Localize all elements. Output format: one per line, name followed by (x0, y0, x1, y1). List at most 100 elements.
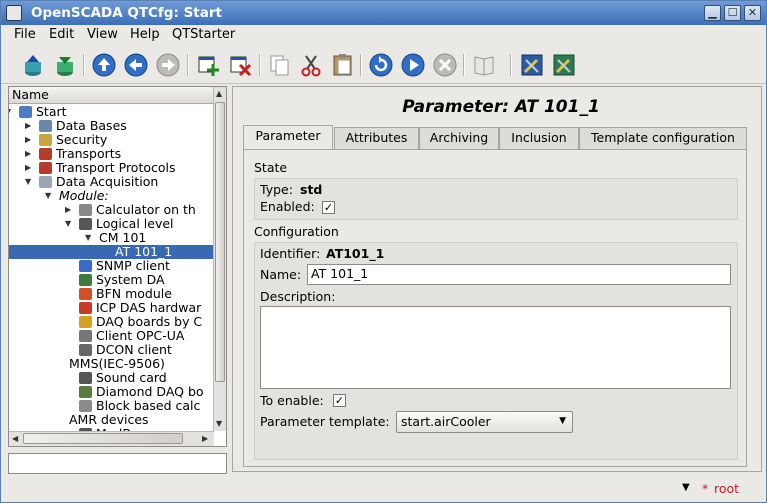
tree-filter-input[interactable] (8, 453, 227, 474)
tab-attributes[interactable]: Attributes (334, 127, 419, 149)
scroll-down-icon[interactable]: ▼ (216, 419, 222, 428)
tree-item[interactable]: ▼ Start (9, 105, 214, 119)
tab-parameter[interactable]: Parameter (243, 125, 333, 150)
collapse-icon[interactable]: ▼ (65, 217, 75, 231)
menu-qtstarter[interactable]: QTStarter (172, 27, 235, 42)
tree-item[interactable]: AMR devices (9, 413, 214, 427)
menu-help[interactable]: Help (130, 27, 160, 42)
cut-icon[interactable] (298, 52, 324, 78)
parameter-panel: Parameter: AT 101_1 Parameter Attributes… (232, 86, 762, 472)
parameter-template-select[interactable]: start.airCooler ▼ (396, 411, 573, 433)
tree-item[interactable]: SNMP client (9, 259, 214, 273)
stop-icon[interactable] (432, 52, 458, 78)
refresh-icon[interactable] (368, 52, 394, 78)
tree-header[interactable]: Name (9, 87, 214, 104)
user-name[interactable]: root (714, 481, 739, 496)
manual-icon[interactable] (471, 52, 497, 78)
tree-item[interactable]: ▼ Module: (9, 189, 214, 203)
tree-item[interactable]: System DA (9, 273, 214, 287)
tree-item-label: DCON client (96, 342, 172, 357)
title-bar[interactable]: OpenSCADA QTCfg: Start ▁ ☐ ✕ (1, 1, 766, 25)
tree-node-icon (79, 274, 92, 286)
back-icon[interactable] (123, 52, 149, 78)
collapse-icon[interactable]: ▼ (9, 105, 15, 119)
scroll-right-icon[interactable]: ▶ (202, 434, 208, 443)
expand-icon[interactable]: ▶ (25, 133, 35, 147)
db-save-icon[interactable] (52, 52, 78, 78)
tree-vertical-scrollbar[interactable]: ▲ ▼ (213, 87, 226, 431)
tree-item[interactable]: Sound card (9, 371, 214, 385)
toolbar-separator (463, 54, 465, 76)
tree-node-icon (79, 386, 92, 398)
tree-item[interactable]: ▼ Data Acquisition (9, 175, 214, 189)
tree-node-icon (39, 162, 52, 174)
copy-icon[interactable] (267, 52, 293, 78)
tree-item[interactable]: ▶ Calculator on th (9, 203, 214, 217)
tree-item[interactable]: DCON client (9, 343, 214, 357)
expand-icon[interactable]: ▶ (65, 203, 75, 217)
tree-item[interactable]: Block based calc (9, 399, 214, 413)
tree-node-icon (39, 176, 52, 188)
tree-item[interactable]: ▶ Transports (9, 147, 214, 161)
menu-file[interactable]: File (14, 27, 36, 42)
up-icon[interactable] (91, 52, 117, 78)
tree-horizontal-scrollbar[interactable]: ◀ ▶ (9, 431, 214, 446)
to-enable-checkbox[interactable]: ✓ (333, 394, 346, 407)
expand-icon[interactable]: ▶ (25, 119, 35, 133)
collapse-icon[interactable]: ▼ (85, 231, 95, 245)
parameter-template-label: Parameter template: (260, 414, 390, 429)
menu-edit[interactable]: Edit (49, 27, 74, 42)
tree-item[interactable]: ▼ Logical level (9, 217, 214, 231)
tree-item[interactable]: Diamond DAQ bo (9, 385, 214, 399)
tree-item[interactable]: DAQ boards by C (9, 315, 214, 329)
expand-icon[interactable]: ▶ (25, 147, 35, 161)
tab-archiving[interactable]: Archiving (419, 127, 499, 149)
close-button[interactable]: ✕ (744, 5, 761, 21)
tool-icon-2[interactable] (551, 52, 577, 78)
tree-item[interactable]: AT 101_1 (9, 245, 214, 259)
tree-item-label: MMS(IEC-9506) (69, 356, 165, 371)
scroll-up-icon[interactable]: ▲ (216, 89, 222, 98)
paste-icon[interactable] (330, 52, 356, 78)
menu-view[interactable]: View (87, 27, 118, 42)
delete-icon[interactable] (228, 52, 254, 78)
tree-item[interactable]: ▶ Data Bases (9, 119, 214, 133)
tree-item[interactable]: ▼ CM 101 (9, 231, 214, 245)
maximize-button[interactable]: ☐ (724, 5, 741, 21)
forward-icon[interactable] (155, 52, 181, 78)
tool-icon-1[interactable] (519, 52, 545, 78)
tree-item[interactable]: BFN module (9, 287, 214, 301)
tree-item-label: BFN module (96, 286, 172, 301)
tree-item[interactable]: ▶ Transport Protocols (9, 161, 214, 175)
user-modified-mark: * (702, 481, 709, 496)
minimize-button[interactable]: ▁ (704, 5, 721, 21)
collapse-icon[interactable]: ▼ (45, 189, 55, 203)
enabled-checkbox[interactable]: ✓ (322, 201, 335, 214)
tree-item[interactable]: MMS(IEC-9506) (9, 357, 214, 371)
parameter-template-value: start.airCooler (401, 414, 491, 429)
start-icon[interactable] (400, 52, 426, 78)
db-load-icon[interactable] (20, 52, 46, 78)
expand-icon[interactable]: ▶ (25, 161, 35, 175)
description-textarea[interactable] (260, 306, 731, 389)
tree-node-icon (39, 120, 52, 132)
tree-item-label: ICP DAS hardwar (96, 300, 202, 315)
name-field[interactable]: AT 101_1 (307, 264, 731, 285)
configuration-section-label: Configuration (254, 224, 339, 239)
scroll-thumb-h[interactable] (23, 433, 183, 444)
collapse-icon[interactable]: ▼ (25, 175, 35, 189)
tree-item[interactable]: ICP DAS hardwar (9, 301, 214, 315)
add-icon[interactable] (196, 52, 222, 78)
toolbar (1, 46, 766, 84)
tree-item[interactable]: Client OPC-UA (9, 329, 214, 343)
tree-node-icon (39, 148, 52, 160)
tree-item[interactable]: ▶ Security (9, 133, 214, 147)
scroll-left-icon[interactable]: ◀ (12, 434, 18, 443)
status-arrow-icon[interactable]: ▼ (682, 482, 690, 493)
tab-template-configuration[interactable]: Template configuration (579, 127, 747, 149)
navigation-tree[interactable]: Name ▼Start▶Data Bases▶Security▶Transpor… (8, 86, 227, 447)
tree-item-label: System DA (96, 272, 165, 287)
scroll-thumb[interactable] (215, 102, 225, 382)
tab-inclusion[interactable]: Inclusion (499, 127, 579, 149)
tree-item-label: Transports (56, 146, 122, 161)
